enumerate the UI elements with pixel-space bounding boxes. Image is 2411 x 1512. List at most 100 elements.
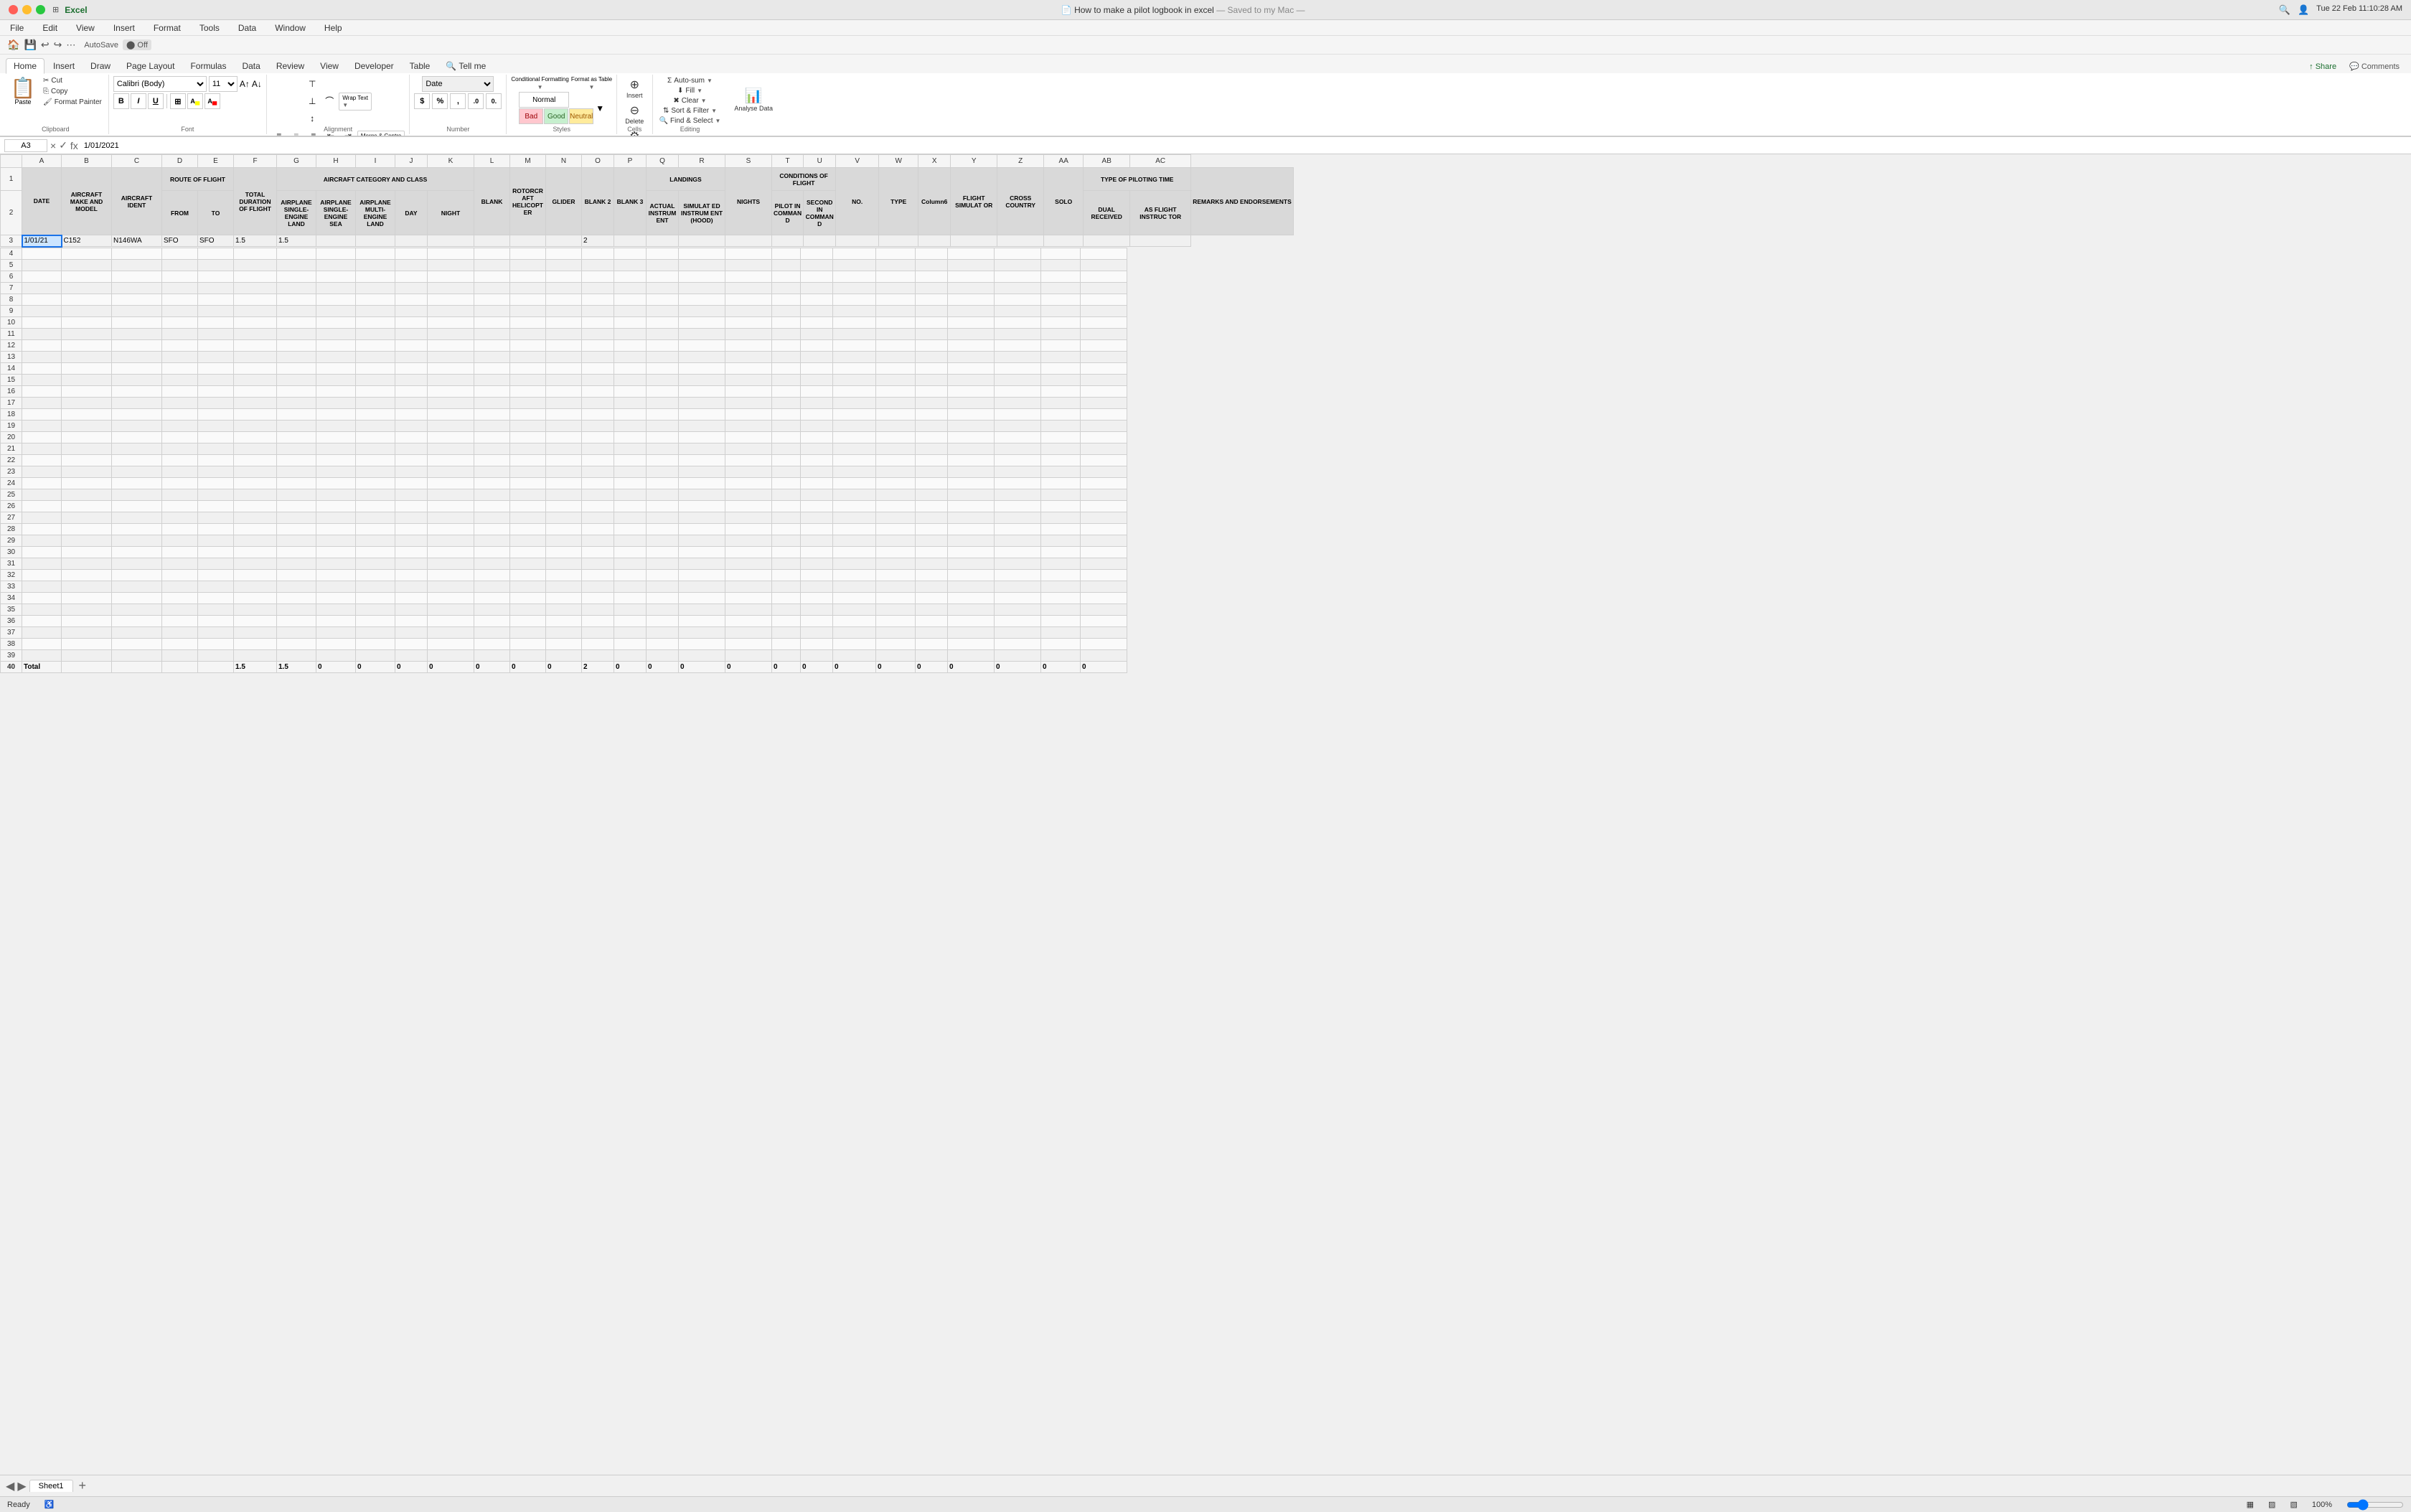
cell-36-11[interactable] — [428, 615, 474, 626]
cell-25-4[interactable] — [162, 489, 198, 500]
cell-11-20[interactable] — [772, 328, 801, 339]
cell-O3[interactable]: 2 — [582, 235, 614, 247]
cell-12-23[interactable] — [876, 339, 916, 351]
cell-30-1[interactable] — [22, 546, 62, 558]
cell-10-28[interactable] — [1081, 316, 1127, 328]
cell-33-10[interactable] — [395, 581, 428, 592]
cell-6-10[interactable] — [395, 271, 428, 282]
cell-21-28[interactable] — [1081, 443, 1127, 454]
cell-24-5[interactable] — [198, 477, 234, 489]
cell-26-25[interactable] — [948, 500, 995, 512]
cell-26-18[interactable] — [679, 500, 725, 512]
cell-7-16[interactable] — [614, 282, 647, 294]
cell-34-23[interactable] — [876, 592, 916, 604]
cell-14-5[interactable] — [198, 362, 234, 374]
cell-13-15[interactable] — [582, 351, 614, 362]
cell-32-27[interactable] — [1041, 569, 1081, 581]
cell-4-6[interactable] — [234, 248, 277, 259]
cell-35-12[interactable] — [474, 604, 510, 615]
cell-12-2[interactable] — [62, 339, 112, 351]
cell-37-12[interactable] — [474, 626, 510, 638]
cell-36-10[interactable] — [395, 615, 428, 626]
cell-13-25[interactable] — [948, 351, 995, 362]
cell-33-28[interactable] — [1081, 581, 1127, 592]
cell-30-18[interactable] — [679, 546, 725, 558]
number-format-select[interactable]: Date — [422, 76, 494, 92]
cell-6-3[interactable] — [112, 271, 162, 282]
cell-17-2[interactable] — [62, 397, 112, 408]
undo-icon[interactable]: ↩ — [41, 39, 50, 51]
cell-7-23[interactable] — [876, 282, 916, 294]
cell-26-28[interactable] — [1081, 500, 1127, 512]
cell-34-11[interactable] — [428, 592, 474, 604]
cell-25-16[interactable] — [614, 489, 647, 500]
cell-30-8[interactable] — [316, 546, 356, 558]
cell-26-1[interactable] — [22, 500, 62, 512]
cell-32-25[interactable] — [948, 569, 995, 581]
cell-5-12[interactable] — [474, 259, 510, 271]
cell-5-4[interactable] — [162, 259, 198, 271]
cell-18-24[interactable] — [916, 408, 948, 420]
cell-12-8[interactable] — [316, 339, 356, 351]
align-top-button[interactable]: ⊤ — [304, 76, 320, 92]
cell-7-1[interactable] — [22, 282, 62, 294]
cell-25-6[interactable] — [234, 489, 277, 500]
cell-35-27[interactable] — [1041, 604, 1081, 615]
cell-27-26[interactable] — [995, 512, 1041, 523]
cell-17-16[interactable] — [614, 397, 647, 408]
cell-5-28[interactable] — [1081, 259, 1127, 271]
cell-39-13[interactable] — [510, 649, 546, 661]
cell-19-15[interactable] — [582, 420, 614, 431]
cell-40-J[interactable]: 0 — [395, 661, 428, 672]
cell-Y3[interactable] — [951, 235, 997, 247]
cell-35-4[interactable] — [162, 604, 198, 615]
cell-36-9[interactable] — [356, 615, 395, 626]
cell-18-25[interactable] — [948, 408, 995, 420]
cell-P3[interactable] — [614, 235, 647, 247]
cell-4-12[interactable] — [474, 248, 510, 259]
fullscreen-button[interactable] — [36, 5, 45, 14]
cell-31-7[interactable] — [277, 558, 316, 569]
cell-20-12[interactable] — [474, 431, 510, 443]
cell-4-17[interactable] — [647, 248, 679, 259]
cell-30-9[interactable] — [356, 546, 395, 558]
cell-31-3[interactable] — [112, 558, 162, 569]
cell-17-5[interactable] — [198, 397, 234, 408]
cell-21-18[interactable] — [679, 443, 725, 454]
cell-34-8[interactable] — [316, 592, 356, 604]
cell-5-2[interactable] — [62, 259, 112, 271]
cell-35-24[interactable] — [916, 604, 948, 615]
cell-14-16[interactable] — [614, 362, 647, 374]
cell-31-25[interactable] — [948, 558, 995, 569]
cell-18-22[interactable] — [833, 408, 876, 420]
cell-13-10[interactable] — [395, 351, 428, 362]
cell-17-14[interactable] — [546, 397, 582, 408]
cell-26-2[interactable] — [62, 500, 112, 512]
cell-10-21[interactable] — [801, 316, 833, 328]
cell-31-15[interactable] — [582, 558, 614, 569]
cell-7-17[interactable] — [647, 282, 679, 294]
cell-36-14[interactable] — [546, 615, 582, 626]
cell-31-10[interactable] — [395, 558, 428, 569]
cell-5-5[interactable] — [198, 259, 234, 271]
cell-6-7[interactable] — [277, 271, 316, 282]
cell-30-2[interactable] — [62, 546, 112, 558]
cell-38-4[interactable] — [162, 638, 198, 649]
cell-16-12[interactable] — [474, 385, 510, 397]
cell-30-17[interactable] — [647, 546, 679, 558]
cell-R3[interactable] — [679, 235, 725, 247]
cell-7-6[interactable] — [234, 282, 277, 294]
cell-40-Z[interactable]: 0 — [995, 661, 1041, 672]
cell-25-1[interactable] — [22, 489, 62, 500]
cell-37-6[interactable] — [234, 626, 277, 638]
cell-33-15[interactable] — [582, 581, 614, 592]
cell-9-16[interactable] — [614, 305, 647, 316]
cell-4-28[interactable] — [1081, 248, 1127, 259]
cell-14-26[interactable] — [995, 362, 1041, 374]
cell-27-15[interactable] — [582, 512, 614, 523]
cell-24-8[interactable] — [316, 477, 356, 489]
cell-11-25[interactable] — [948, 328, 995, 339]
sheet-tab-sheet1[interactable]: Sheet1 — [29, 1480, 73, 1492]
cell-20-3[interactable] — [112, 431, 162, 443]
cell-17-11[interactable] — [428, 397, 474, 408]
